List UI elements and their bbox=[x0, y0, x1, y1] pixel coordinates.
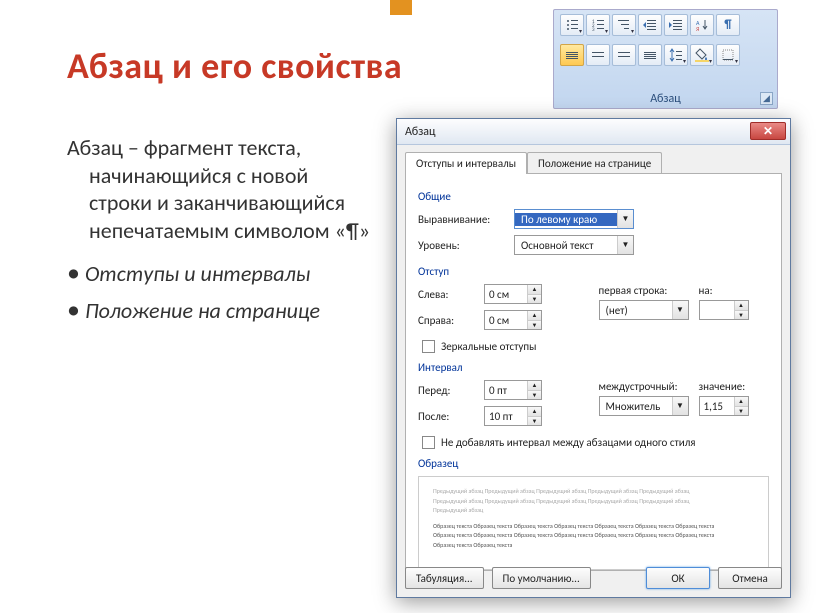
level-value: Основной текст bbox=[515, 239, 617, 252]
alignment-value: По левому краю bbox=[515, 213, 617, 226]
slide-title: Абзац и его свойства bbox=[67, 44, 402, 88]
paragraph-dialog: Абзац ✕ Отступы и интервалы Положение на… bbox=[396, 118, 791, 598]
no-same-style-checkbox[interactable]: Не добавлять интервал между абзацами одн… bbox=[422, 436, 769, 449]
first-by-value bbox=[700, 301, 734, 319]
show-marks-button[interactable]: ¶ bbox=[716, 14, 740, 36]
indent-left-label: Слева: bbox=[418, 288, 478, 301]
chevron-down-icon: ▼ bbox=[672, 397, 688, 415]
at-label: значение: bbox=[699, 380, 749, 393]
ribbon-group-label: Абзац bbox=[554, 92, 777, 106]
ok-button[interactable]: ОК bbox=[646, 567, 710, 589]
no-same-style-label: Не добавлять интервал между абзацами одн… bbox=[441, 436, 696, 449]
definition-lead: Абзац – фрагмент текста, bbox=[67, 134, 301, 161]
after-label: После: bbox=[418, 410, 478, 423]
line-spacing-combo[interactable]: Множитель▼ bbox=[599, 396, 689, 416]
chevron-down-icon: ▼ bbox=[617, 210, 633, 228]
checkbox-icon bbox=[422, 340, 435, 353]
bullet-position: Положение на странице bbox=[67, 297, 372, 324]
sort-button[interactable]: AЯ bbox=[690, 14, 714, 36]
alignment-combo[interactable]: По левому краю ▼ bbox=[514, 209, 634, 229]
bullets-button[interactable]: ▾ bbox=[560, 14, 584, 36]
slide-body: Абзац – фрагмент текста, начинающийся с … bbox=[67, 134, 372, 334]
at-value: 1,15 bbox=[700, 397, 734, 415]
mirror-indents-label: Зеркальные отступы bbox=[441, 340, 536, 353]
dialog-titlebar: Абзац bbox=[397, 119, 790, 145]
decrease-indent-button[interactable] bbox=[638, 14, 662, 36]
svg-text:Я: Я bbox=[696, 25, 699, 32]
dialog-launcher-icon[interactable]: ◢ bbox=[760, 92, 773, 105]
align-right-button[interactable] bbox=[612, 44, 636, 66]
align-left-button[interactable] bbox=[560, 44, 584, 66]
definition-para: Абзац – фрагмент текста, начинающийся с … bbox=[67, 134, 372, 244]
before-spinner[interactable]: 0 пт▲▼ bbox=[484, 380, 542, 400]
group-general: Общие bbox=[418, 190, 769, 203]
preview-sample-text: Образец текста Образец текста Образец те… bbox=[433, 522, 754, 551]
before-value: 0 пт bbox=[485, 381, 527, 399]
first-by-label: на: bbox=[699, 284, 749, 297]
numbering-button[interactable]: 123▾ bbox=[586, 14, 610, 36]
preview-prev-text: Предыдущий абзац Предыдущий абзац Предыд… bbox=[433, 487, 754, 516]
first-line-combo[interactable]: (нет)▼ bbox=[599, 300, 689, 320]
shading-button[interactable]: ▾ bbox=[690, 44, 714, 66]
increase-indent-button[interactable] bbox=[664, 14, 688, 36]
after-value: 10 пт bbox=[485, 407, 527, 425]
checkbox-icon bbox=[422, 436, 435, 449]
close-button[interactable]: ✕ bbox=[750, 122, 786, 140]
multilevel-list-button[interactable]: ▾ bbox=[612, 14, 636, 36]
first-by-spinner[interactable]: ▲▼ bbox=[699, 300, 749, 320]
after-spinner[interactable]: 10 пт▲▼ bbox=[484, 406, 542, 426]
line-spacing-label: междустрочный: bbox=[599, 380, 689, 393]
alignment-label: Выравнивание: bbox=[418, 213, 508, 226]
before-label: Перед: bbox=[418, 384, 478, 397]
tab-body: Общие Выравнивание: По левому краю ▼ Уро… bbox=[405, 173, 782, 571]
line-spacing-button[interactable]: ▾ bbox=[664, 44, 688, 66]
level-combo[interactable]: Основной текст ▼ bbox=[514, 235, 634, 255]
preview-box: Предыдущий абзац Предыдущий абзац Предыд… bbox=[418, 476, 769, 570]
group-indent: Отступ bbox=[418, 265, 769, 278]
ribbon-paragraph-group: ▾ 123▾ ▾ AЯ ¶ ▾ ▾ ▾ Абзац ◢ bbox=[553, 9, 778, 109]
borders-button[interactable]: ▾ bbox=[716, 44, 740, 66]
chevron-down-icon: ▼ bbox=[617, 236, 633, 254]
first-line-value: (нет) bbox=[600, 304, 672, 317]
close-icon: ✕ bbox=[763, 124, 773, 139]
first-line-label: первая строка: bbox=[599, 284, 689, 297]
chevron-down-icon: ▼ bbox=[672, 301, 688, 319]
tabulation-button[interactable]: Табуляция... bbox=[405, 567, 484, 589]
bullet-indents: Отступы и интервалы bbox=[67, 260, 372, 287]
mirror-indents-checkbox[interactable]: Зеркальные отступы bbox=[422, 340, 769, 353]
slide-accent bbox=[390, 0, 412, 15]
indent-left-value: 0 см bbox=[485, 285, 527, 303]
tab-position[interactable]: Положение на странице bbox=[527, 152, 662, 174]
at-spinner[interactable]: 1,15▲▼ bbox=[699, 396, 749, 416]
group-preview: Образец bbox=[418, 457, 769, 470]
default-button[interactable]: По умолчанию... bbox=[492, 567, 591, 589]
indent-left-spinner[interactable]: 0 см▲▼ bbox=[484, 284, 542, 304]
indent-right-label: Справа: bbox=[418, 314, 478, 327]
line-spacing-value: Множитель bbox=[600, 400, 672, 413]
align-center-button[interactable] bbox=[586, 44, 610, 66]
group-spacing: Интервал bbox=[418, 361, 769, 374]
indent-right-value: 0 см bbox=[485, 311, 527, 329]
indent-right-spinner[interactable]: 0 см▲▼ bbox=[484, 310, 542, 330]
dialog-title-text: Абзац bbox=[405, 125, 436, 139]
definition-rest: начинающийся с новой строки и заканчиваю… bbox=[67, 162, 372, 245]
align-justify-button[interactable] bbox=[638, 44, 662, 66]
svg-text:3: 3 bbox=[592, 27, 595, 32]
level-label: Уровень: bbox=[418, 239, 508, 252]
cancel-button[interactable]: Отмена bbox=[718, 567, 782, 589]
tab-indents[interactable]: Отступы и интервалы bbox=[405, 152, 527, 174]
